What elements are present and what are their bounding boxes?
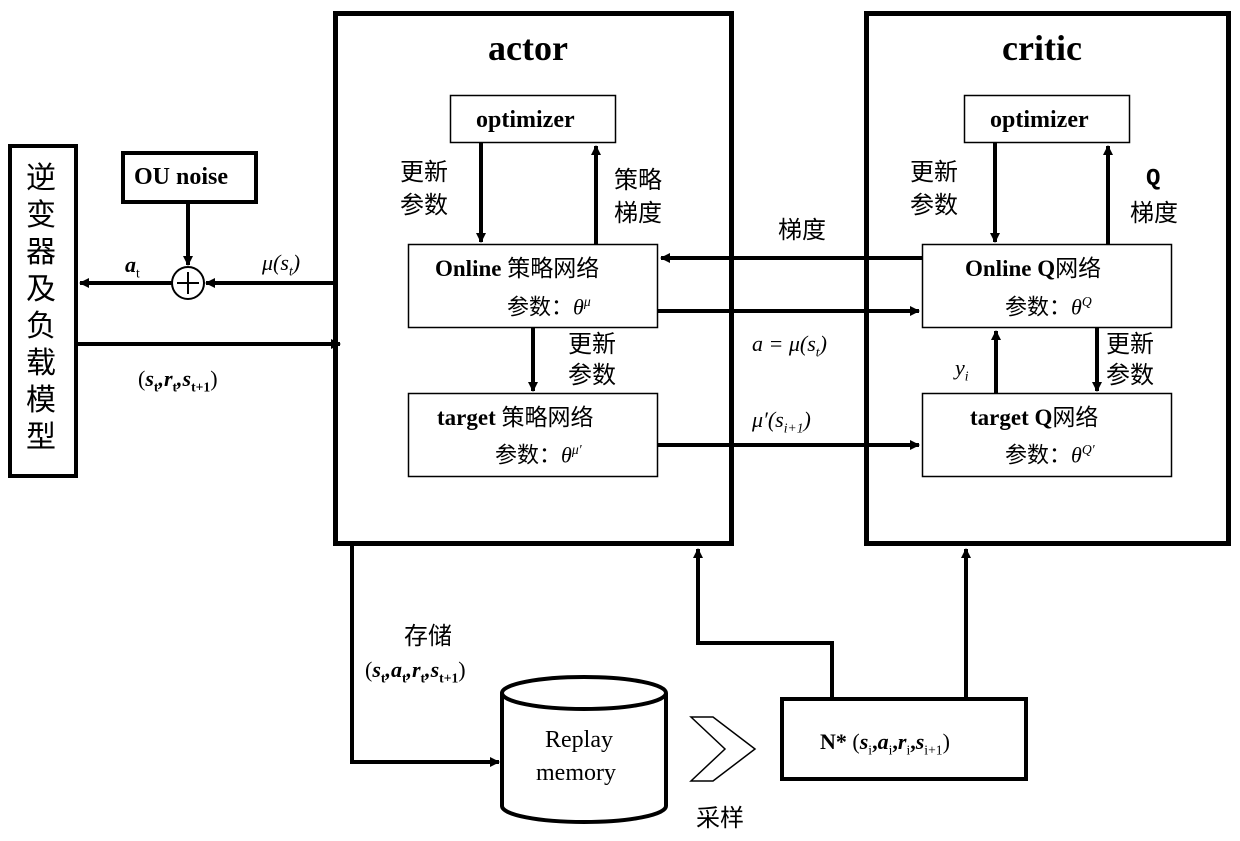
critic-optimizer-label: optimizer — [990, 107, 1089, 133]
arrow-sample-to-actor — [693, 548, 834, 699]
arrow-store — [350, 546, 500, 767]
actor-online-title: Online 策略网络 — [435, 256, 600, 282]
actor-target-title: target 策略网络 — [437, 405, 594, 431]
q-grad-label-2: 梯度 — [1130, 199, 1178, 227]
environment-label: 逆变器及负载模型 — [26, 161, 56, 455]
critic-online-title: Online Q网络 — [965, 256, 1102, 282]
ou-noise-label: OU noise — [134, 164, 229, 190]
at-label: at — [125, 252, 140, 281]
replay-label-2: memory — [536, 760, 616, 786]
critic-target-param: 参数：θQ′ — [1005, 442, 1095, 469]
critic-target-title: target Q网络 — [970, 405, 1099, 431]
actor-update-label-2: 参数 — [400, 191, 448, 219]
transition-label: (st,rt,st+1) — [138, 366, 218, 395]
actor-target-param: 参数：θμ′ — [495, 442, 582, 469]
actor-online-param: 参数：θμ — [507, 294, 591, 321]
critic-update-label-1: 更新 — [910, 158, 958, 186]
critic-update-label-2: 参数 — [910, 191, 958, 219]
action-label: a = μ(st) — [752, 331, 827, 360]
critic-title: critic — [1002, 28, 1082, 68]
critic-soft-update-label-2: 参数 — [1106, 361, 1154, 389]
yi-label: yi — [955, 355, 969, 384]
actor-optimizer-label: optimizer — [476, 107, 575, 133]
critic-online-param: 参数：θQ — [1005, 294, 1092, 321]
sum-junction-icon — [171, 266, 205, 300]
sampling-chevron-icon — [689, 716, 757, 782]
critic-soft-update-label-1: 更新 — [1106, 330, 1154, 358]
store-tuple-label: (st,at,rt,st+1) — [365, 657, 466, 686]
policy-grad-label-1: 策略 — [614, 166, 662, 194]
mu-st-label: μ(st) — [262, 250, 301, 279]
actor-update-label-1: 更新 — [400, 158, 448, 186]
actor-title: actor — [488, 28, 568, 68]
actor-soft-update-label-1: 更新 — [568, 330, 616, 358]
target-action-label: μ′(si+1) — [752, 407, 811, 436]
actor-soft-update-label-2: 参数 — [568, 361, 616, 389]
connectors — [78, 143, 1113, 767]
q-grad-label-1: Q — [1146, 166, 1161, 193]
minibatch-label: N* (si,ai,ri,si+1) — [820, 729, 950, 758]
policy-grad-label-2: 梯度 — [614, 199, 662, 227]
sample-label: 采样 — [696, 804, 744, 832]
replay-label-1: Replay — [545, 727, 613, 753]
store-label: 存储 — [404, 622, 452, 650]
gradient-label: 梯度 — [778, 216, 826, 244]
